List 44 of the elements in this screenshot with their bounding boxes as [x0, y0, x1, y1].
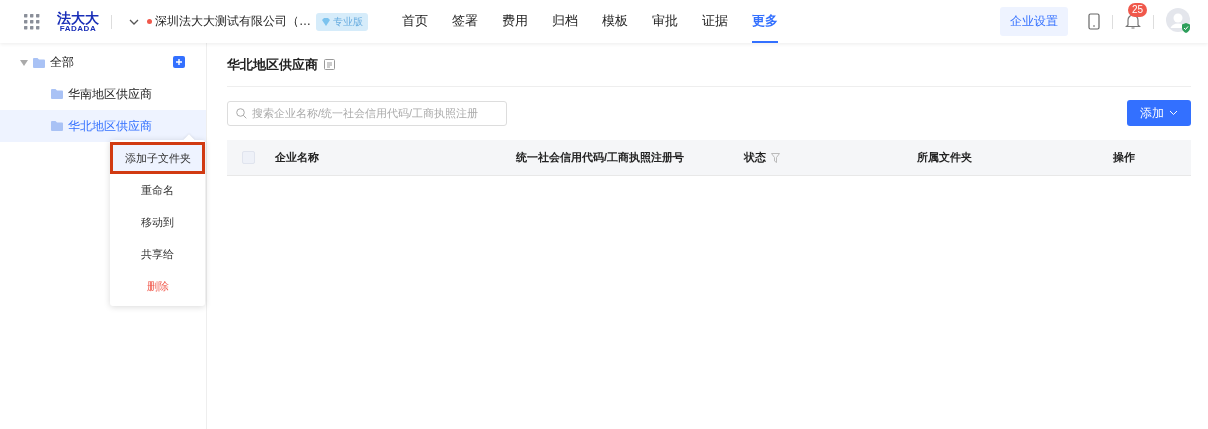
note-icon[interactable]: [324, 59, 335, 70]
bell-icon[interactable]: [1125, 13, 1141, 30]
plan-badge: 专业版: [316, 12, 368, 31]
nav-tab[interactable]: 费用: [502, 0, 528, 43]
folder-icon: [51, 89, 63, 99]
collapse-triangle-icon[interactable]: [20, 58, 28, 67]
tree-item[interactable]: 华南地区供应商: [0, 78, 206, 110]
avatar[interactable]: [1166, 7, 1192, 36]
column-header: 状态: [744, 150, 766, 165]
folder-icon: [51, 121, 63, 131]
menu-item[interactable]: 共享给: [110, 238, 205, 270]
menu-item[interactable]: 删除: [110, 270, 205, 302]
column-header: 操作: [1113, 150, 1135, 165]
nav-tab[interactable]: 签署: [452, 0, 478, 43]
settings-button[interactable]: 企业设置: [1000, 7, 1068, 36]
company-name[interactable]: 深圳法大大测试有限公司（…: [155, 13, 311, 30]
search-icon: [236, 107, 247, 119]
add-button[interactable]: 添加: [1127, 100, 1191, 126]
menu-item[interactable]: 添加子文件夹: [110, 142, 205, 174]
column-header: 企业名称: [275, 150, 319, 165]
column-header: 统一社会信用代码/工商执照注册号: [516, 150, 685, 165]
logo: 法大大 FADADA: [57, 10, 99, 33]
tree-item[interactable]: 华北地区供应商: [0, 110, 206, 142]
filter-icon[interactable]: [771, 152, 780, 163]
nav-tab[interactable]: 审批: [652, 0, 678, 43]
column-header: 所属文件夹: [917, 150, 972, 165]
add-folder-icon[interactable]: [173, 56, 185, 68]
nav-tab[interactable]: 更多: [752, 0, 778, 43]
nav-tab[interactable]: 首页: [402, 0, 428, 43]
tree-item[interactable]: 全部: [0, 47, 206, 78]
search-field[interactable]: 搜索企业名称/统一社会信用代码/工商执照注册: [227, 100, 507, 126]
notification-badge: 25: [1128, 3, 1148, 17]
phone-icon[interactable]: [1088, 13, 1100, 30]
nav-tab[interactable]: 归档: [552, 0, 578, 43]
folder-title: 华北地区供应商: [227, 55, 318, 74]
menu-item[interactable]: 重命名: [110, 174, 205, 206]
folder-icon: [33, 57, 45, 68]
nav-tab[interactable]: 证据: [702, 0, 728, 43]
chevron-down-icon[interactable]: [129, 18, 139, 25]
caret-icon: [1169, 110, 1178, 116]
status-dot: [147, 19, 152, 24]
nav-tab[interactable]: 模板: [602, 0, 628, 43]
app-grid-icon[interactable]: [24, 13, 40, 30]
menu-item[interactable]: 移动到: [110, 206, 205, 238]
